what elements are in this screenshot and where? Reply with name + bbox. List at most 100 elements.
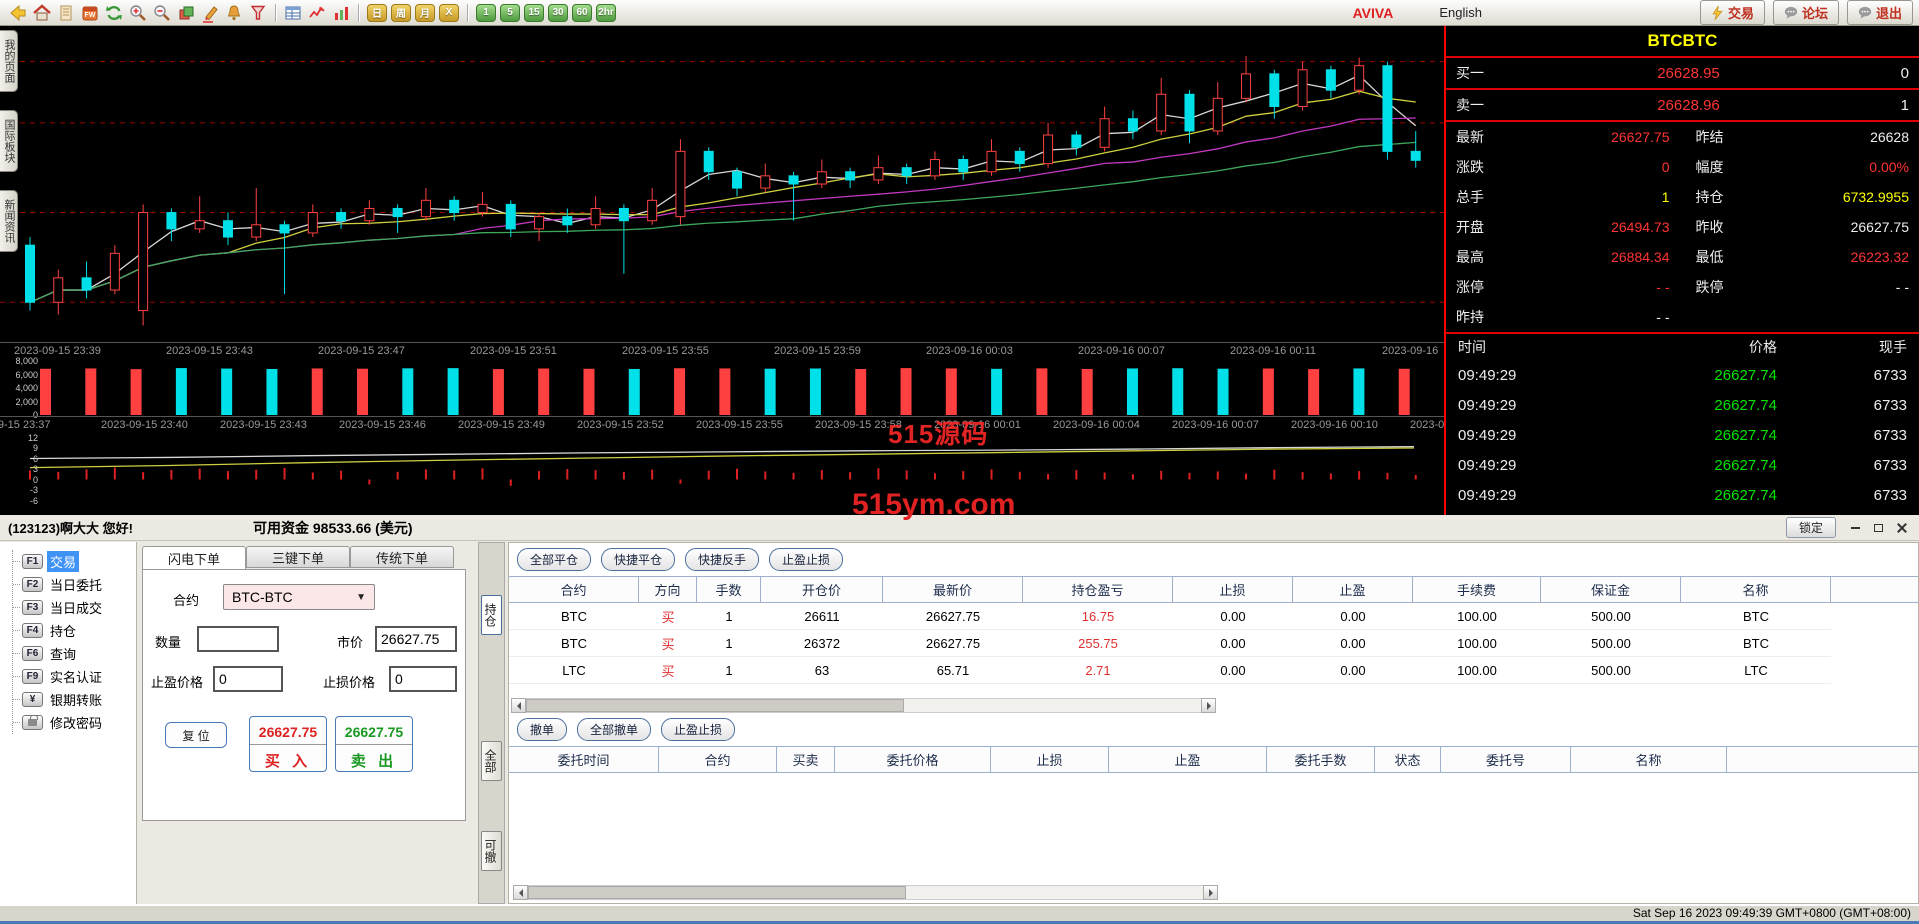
sell-label: 卖 出 <box>350 752 398 770</box>
bell-icon[interactable] <box>222 2 246 24</box>
chart-side-tab-1[interactable]: 国际板块 <box>0 110 18 172</box>
refresh-icon[interactable] <box>102 2 126 24</box>
layers-icon[interactable] <box>174 2 198 24</box>
sidebar-item-2[interactable]: F3 当日成交 <box>13 596 136 619</box>
period-button-X[interactable]: X <box>439 3 459 22</box>
trade-button[interactable]: 交易 <box>1699 0 1765 25</box>
quote-stat-row: 最新 26627.75 昨结 26628 <box>1446 122 1919 152</box>
period-button-15[interactable]: 15 <box>524 3 544 22</box>
line-chart-icon[interactable] <box>305 2 329 24</box>
chevron-down-icon: ▼ <box>356 591 366 603</box>
scroll-left-icon[interactable] <box>513 885 528 900</box>
sidebar-item-1[interactable]: F2 当日委托 <box>13 573 136 596</box>
ord-button-1[interactable]: 全部撤单 <box>577 718 652 741</box>
view-tab-全部[interactable]: 全部 <box>481 741 502 781</box>
stop-loss-input[interactable] <box>389 666 457 692</box>
scrollbar-track[interactable] <box>528 885 1203 900</box>
column-header: 止盈 <box>1109 747 1267 773</box>
orders-scrollbar[interactable] <box>513 885 1218 900</box>
ord-button-2[interactable]: 止盈止损 <box>661 718 736 741</box>
exit-button[interactable]: 退出 <box>1846 0 1913 25</box>
sidebar-item-0[interactable]: F1 交易 <box>13 550 136 573</box>
toolbar-separator <box>467 3 468 22</box>
toolbar-separator <box>358 3 359 22</box>
order-tab-1[interactable]: 三键下单 <box>246 546 350 568</box>
stat-value: - - <box>1895 279 1909 295</box>
minimize-icon[interactable] <box>1848 521 1863 535</box>
market-price-input[interactable] <box>375 626 457 652</box>
scroll-left-icon[interactable] <box>511 698 526 713</box>
column-header: 最新价 <box>883 577 1023 603</box>
sidebar-item-3[interactable]: F4 持仓 <box>13 619 136 642</box>
period-button-30[interactable]: 30 <box>548 3 568 22</box>
view-tab-持仓[interactable]: 持仓 <box>481 595 502 635</box>
ord-button-0[interactable]: 撤单 <box>517 718 568 741</box>
pencil-icon[interactable] <box>198 2 222 24</box>
sidebar-item-4[interactable]: F6 查询 <box>13 642 136 665</box>
function-key-icon: ¥ <box>22 692 43 707</box>
period-button-2hr[interactable]: 2hr <box>596 3 616 22</box>
contract-select[interactable]: BTC-BTC ▼ <box>223 584 375 610</box>
scroll-right-icon[interactable] <box>1203 885 1218 900</box>
period-button-月[interactable]: 月 <box>415 3 435 22</box>
quote-stats: 最新 26627.75 昨结 26628 涨跌 0 幅度 0.00% 总手 1 持仓 6732.995… <box>1446 122 1919 332</box>
order-tab-2[interactable]: 传统下单 <box>350 546 454 568</box>
bar-chart-icon[interactable] <box>329 2 353 24</box>
buy-button[interactable]: 26627.75 买 入 <box>249 716 327 772</box>
scrollbar-thumb[interactable] <box>528 886 906 899</box>
table-cell: 100.00 <box>1413 630 1541 657</box>
lock-button[interactable]: 锁定 <box>1785 517 1836 538</box>
scrollbar-track[interactable] <box>526 698 1201 713</box>
market-price-label: 市价 <box>337 635 364 650</box>
scroll-right-icon[interactable] <box>1201 698 1216 713</box>
zoom-in-icon[interactable] <box>126 2 150 24</box>
tape-price: 26627.74 <box>1714 486 1777 504</box>
axis-label: 2023-09-15 23:55 <box>696 419 783 431</box>
table-row[interactable]: LTC 买 1 63 65.71 2.71 0.00 0.00 100.00 500.00 LTC <box>509 657 1918 684</box>
table-view-icon[interactable] <box>281 2 305 24</box>
calendar-icon[interactable]: FW <box>78 2 102 24</box>
language-switch[interactable]: English <box>1439 5 1482 20</box>
quantity-input[interactable] <box>197 626 279 652</box>
home-icon[interactable] <box>30 2 54 24</box>
period-button-周[interactable]: 周 <box>391 3 411 22</box>
chart-side-tab-0[interactable]: 我的页面 <box>0 30 18 92</box>
function-key-icon: F3 <box>22 600 43 615</box>
period-button-1[interactable]: 1 <box>476 3 496 22</box>
pos-button-3[interactable]: 止盈止损 <box>769 548 844 571</box>
sidebar-item-5[interactable]: F9 实名认证 <box>13 665 136 688</box>
macd-axis-label: 3 <box>32 464 38 474</box>
back-icon[interactable] <box>6 2 30 24</box>
pos-button-0[interactable]: 全部平仓 <box>517 548 592 571</box>
table-cell: 16.75 <box>1023 603 1173 630</box>
sidebar-item-6[interactable]: ¥ 银期转账 <box>13 688 136 711</box>
stat-value: 26627.75 <box>1850 219 1909 235</box>
stop-loss-label: 止损价格 <box>323 675 376 690</box>
view-tab-可撤[interactable]: 可撤 <box>481 831 502 871</box>
close-icon[interactable] <box>1894 521 1909 535</box>
period-button-日[interactable]: 日 <box>367 3 387 22</box>
filter-icon[interactable] <box>246 2 270 24</box>
forum-button[interactable]: 论坛 <box>1772 0 1839 25</box>
axis-label: 3-09-15 23:37 <box>0 419 51 431</box>
positions-scrollbar[interactable] <box>511 698 1216 713</box>
table-row[interactable]: BTC 买 1 26611 26627.75 16.75 0.00 0.00 100.00 500… <box>509 603 1918 630</box>
take-profit-input[interactable] <box>213 666 283 692</box>
chat-icon <box>1784 6 1798 19</box>
ask-row: 卖一 26628.96 1 <box>1446 90 1919 120</box>
period-button-60[interactable]: 60 <box>572 3 592 22</box>
sidebar-item-7[interactable]: 修改密码 <box>13 711 136 734</box>
tape-volume: 6733 <box>1873 486 1907 504</box>
chart-side-tab-2[interactable]: 新闻资讯 <box>0 190 18 252</box>
table-row[interactable]: BTC 买 1 26372 26627.75 255.75 0.00 0.00 100.00 50… <box>509 630 1918 657</box>
pos-button-2[interactable]: 快捷反手 <box>685 548 760 571</box>
reset-button[interactable]: 复 位 <box>165 722 227 748</box>
document-icon[interactable] <box>54 2 78 24</box>
period-button-5[interactable]: 5 <box>500 3 520 22</box>
pos-button-1[interactable]: 快捷平仓 <box>601 548 676 571</box>
order-tab-0[interactable]: 闪电下单 <box>142 546 246 570</box>
zoom-out-icon[interactable] <box>150 2 174 24</box>
scrollbar-thumb[interactable] <box>526 699 904 712</box>
sell-button[interactable]: 26627.75 卖 出 <box>335 716 413 772</box>
maximize-icon[interactable] <box>1871 521 1886 535</box>
